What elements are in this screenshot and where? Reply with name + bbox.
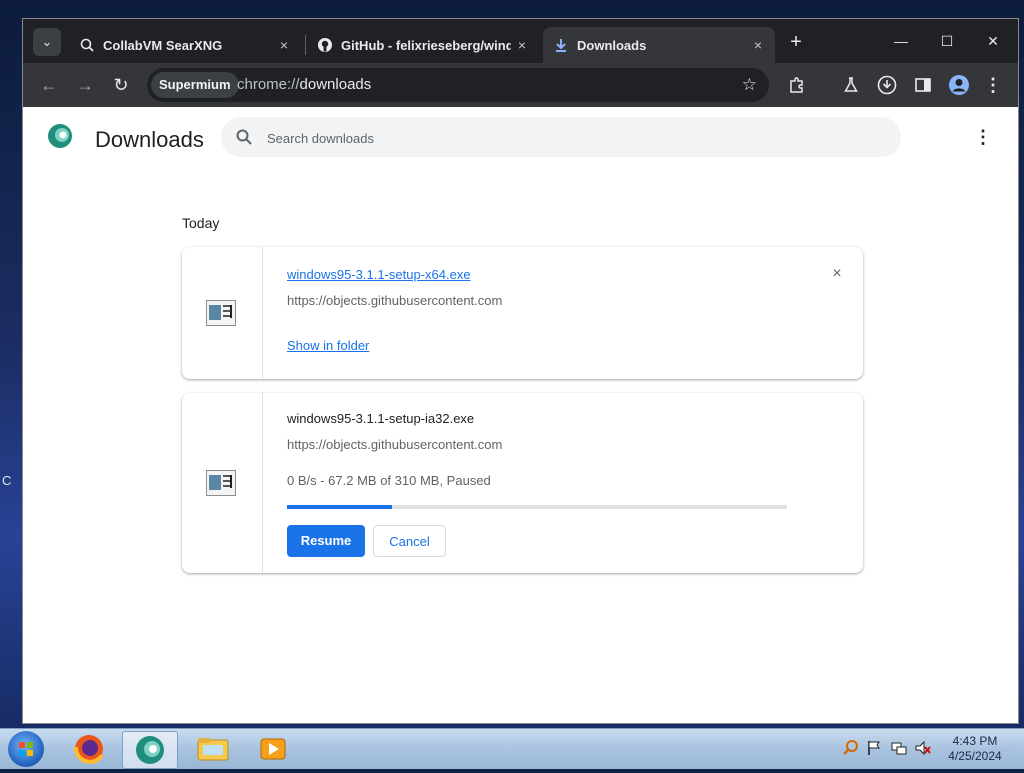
- search-icon: [236, 129, 252, 145]
- tab-close-button[interactable]: ×: [275, 36, 293, 54]
- download-icon: [556, 39, 566, 52]
- flask-icon: [844, 77, 858, 92]
- show-in-folder-link[interactable]: Show in folder: [287, 338, 369, 353]
- tab-search-button[interactable]: ⌄: [33, 28, 61, 56]
- search-box[interactable]: [221, 117, 901, 157]
- taskbar-clock[interactable]: 4:43 PM 4/25/2024: [930, 734, 1020, 764]
- start-button[interactable]: [8, 731, 44, 767]
- supermium-logo-icon: [48, 124, 72, 148]
- file-icon: [206, 470, 236, 496]
- side-panel-icon: [915, 78, 931, 92]
- url-path: downloads: [299, 76, 372, 93]
- reload-button[interactable]: ↻: [109, 73, 133, 97]
- forward-button[interactable]: →: [73, 73, 97, 97]
- tab-github[interactable]: GitHub - felixrieseberg/windov ×: [307, 27, 539, 63]
- firefox-icon: [74, 735, 104, 764]
- back-button[interactable]: ←: [37, 73, 61, 97]
- chevron-down-icon: ⌄: [41, 34, 53, 49]
- taskbar-explorer[interactable]: [186, 731, 240, 767]
- browser-window: ⌄ CollabVM SearXNG × GitHub - felixriese…: [22, 18, 1019, 724]
- clock-date: 4/25/2024: [948, 749, 1002, 763]
- tab-collabvm-searxng[interactable]: CollabVM SearXNG ×: [69, 27, 301, 63]
- new-tab-button[interactable]: +: [785, 31, 807, 53]
- taskbar-firefox[interactable]: [62, 731, 116, 767]
- avatar-icon: [949, 75, 969, 95]
- action-center-flag-icon[interactable]: [866, 739, 884, 757]
- profile-button[interactable]: [947, 73, 971, 97]
- file-icon: [206, 300, 236, 326]
- close-window-button[interactable]: ✕: [983, 31, 1003, 51]
- extensions-button[interactable]: [785, 73, 809, 97]
- search-input[interactable]: [265, 127, 869, 149]
- windows-logo-icon: [19, 742, 33, 756]
- date-header: Today: [182, 215, 220, 231]
- cancel-button[interactable]: Cancel: [373, 525, 446, 557]
- page-title: Downloads: [95, 127, 204, 152]
- tab-title: CollabVM SearXNG: [103, 38, 223, 53]
- minimize-button[interactable]: —: [891, 31, 911, 51]
- tab-downloads[interactable]: Downloads ×: [543, 27, 775, 63]
- taskbar-media-player[interactable]: [246, 731, 300, 767]
- site-chip[interactable]: Supermium: [151, 72, 239, 98]
- tab-strip: ⌄ CollabVM SearXNG × GitHub - felixriese…: [23, 19, 1018, 63]
- tab-title: Downloads: [577, 38, 647, 53]
- tab-close-button[interactable]: ×: [749, 36, 767, 54]
- download-progress-bar: [287, 505, 787, 509]
- browser-toolbar: ← → ↻ Supermium chrome://downloads ☆ ⋮: [23, 63, 1018, 107]
- tab-separator: [305, 35, 306, 55]
- download-item: windows95-3.1.1-setup-ia32.exe https://o…: [182, 393, 863, 573]
- download-item: windows95-3.1.1-setup-x64.exe https://ob…: [182, 247, 863, 379]
- url-scheme: chrome://: [237, 76, 300, 93]
- labs-button[interactable]: [839, 73, 863, 97]
- desktop-side-text: C: [2, 473, 12, 488]
- puzzle-icon: [790, 77, 803, 93]
- downloads-page: Downloads ⋮ Today windows9: [23, 107, 1018, 723]
- bookmark-star-icon[interactable]: ☆: [742, 75, 757, 95]
- maximize-button[interactable]: ☐: [937, 31, 957, 51]
- download-status: 0 B/s - 67.2 MB of 310 MB, Paused: [287, 473, 491, 488]
- address-bar[interactable]: Supermium chrome://downloads ☆: [147, 68, 769, 102]
- download-circle-icon: [877, 75, 897, 95]
- download-progress-fill: [287, 505, 392, 509]
- file-source-url: https://objects.githubusercontent.com: [287, 437, 503, 452]
- search-tray-icon[interactable]: [842, 739, 860, 757]
- url-text: chrome://downloads: [237, 76, 371, 93]
- file-thumbnail: [182, 393, 263, 573]
- file-thumbnail: [182, 247, 263, 379]
- file-name: windows95-3.1.1-setup-ia32.exe: [287, 411, 475, 426]
- more-actions-button[interactable]: ⋮: [973, 127, 993, 147]
- network-icon[interactable]: [890, 739, 908, 757]
- github-icon: [318, 38, 332, 52]
- taskbar: 4:43 PM 4/25/2024: [0, 728, 1024, 769]
- tab-title: GitHub - felixrieseberg/windov: [341, 38, 511, 53]
- file-source-url: https://objects.githubusercontent.com: [287, 293, 503, 308]
- tab-close-button[interactable]: ×: [513, 36, 531, 54]
- remove-download-button[interactable]: ×: [828, 265, 846, 283]
- file-name-link[interactable]: windows95-3.1.1-setup-x64.exe: [287, 267, 471, 282]
- taskbar-supermium[interactable]: [122, 731, 178, 769]
- downloads-button[interactable]: [875, 73, 899, 97]
- side-panel-button[interactable]: [911, 73, 935, 97]
- media-player-icon: [260, 738, 286, 760]
- browser-menu-button[interactable]: ⋮: [981, 73, 1005, 97]
- searxng-icon: [80, 38, 94, 52]
- folder-icon: [197, 738, 229, 761]
- resume-button[interactable]: Resume: [287, 525, 365, 557]
- clock-time: 4:43 PM: [952, 734, 998, 748]
- supermium-icon: [136, 736, 164, 764]
